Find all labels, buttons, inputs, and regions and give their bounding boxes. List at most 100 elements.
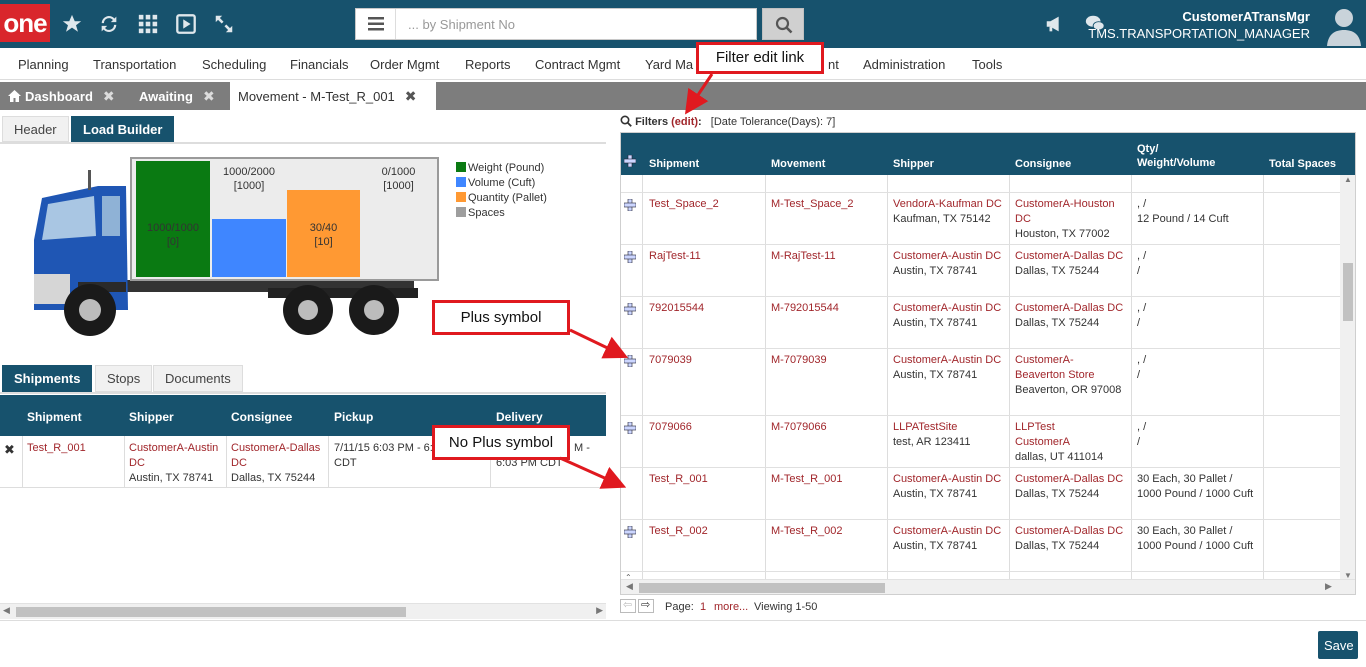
expand-icon[interactable] bbox=[213, 13, 235, 35]
menu-partial-item[interactable]: nt bbox=[828, 57, 839, 72]
shipment-link[interactable]: 7079039 bbox=[649, 353, 692, 368]
search-button[interactable] bbox=[762, 8, 804, 40]
refresh-icon[interactable] bbox=[98, 13, 120, 35]
consignee-link[interactable]: CustomerA-Dallas DC bbox=[231, 442, 320, 469]
menu-contract-mgmt[interactable]: Contract Mgmt bbox=[535, 57, 620, 72]
col-shipment[interactable]: Shipment bbox=[27, 410, 82, 424]
menu-scheduling[interactable]: Scheduling bbox=[202, 57, 266, 72]
shipment-link[interactable]: RajTest-11 bbox=[649, 249, 701, 264]
shipper-link[interactable]: LLPATestSite bbox=[893, 421, 957, 433]
subtab-load-builder[interactable]: Load Builder bbox=[71, 116, 175, 142]
shipper-link[interactable]: VendorA-Kaufman DC bbox=[893, 198, 1002, 210]
consignee-link[interactable]: CustomerA-Dallas DC bbox=[1015, 473, 1123, 485]
subtab-header[interactable]: Header bbox=[2, 116, 69, 142]
col-qty-weight-volume[interactable]: Qty/Weight/Volume bbox=[1137, 142, 1215, 170]
close-tab-icon[interactable]: ✖ bbox=[203, 82, 215, 110]
more-pages-link[interactable]: more... bbox=[714, 601, 748, 613]
right-horizontal-scrollbar[interactable]: ◀ ▶ bbox=[621, 579, 1355, 594]
menu-order-mgmt[interactable]: Order Mgmt bbox=[370, 57, 439, 72]
movement-link[interactable]: M-Test_R_001 bbox=[771, 472, 843, 487]
next-page-button[interactable]: ⇨ bbox=[638, 599, 654, 613]
tab-movement[interactable]: Movement - M-Test_R_001 ✖ bbox=[230, 82, 436, 110]
expand-all-plus-icon[interactable] bbox=[624, 155, 636, 167]
consignee-link[interactable]: CustomerA bbox=[1015, 436, 1070, 448]
col-total-spaces[interactable]: Total Spaces bbox=[1269, 157, 1336, 171]
movement-link[interactable]: M-Test_Space_2 bbox=[771, 197, 854, 212]
close-tab-icon[interactable]: ✖ bbox=[103, 82, 115, 110]
expand-plus-icon[interactable] bbox=[624, 199, 636, 211]
search-menu-button[interactable] bbox=[356, 9, 396, 39]
movement-link[interactable]: M-7079066 bbox=[771, 420, 827, 435]
shipper-link[interactable]: CustomerA-Austin DC bbox=[129, 442, 218, 469]
shipper-link[interactable]: CustomerA-Austin DC bbox=[893, 473, 1001, 485]
expand-plus-icon[interactable] bbox=[624, 422, 636, 434]
expand-plus-icon[interactable] bbox=[624, 526, 636, 538]
shipment-link[interactable]: Test_R_001 bbox=[649, 472, 708, 487]
shipment-link[interactable]: 7079066 bbox=[649, 420, 692, 435]
shipper-link[interactable]: CustomerA-Austin DC bbox=[893, 250, 1001, 262]
shipper-link[interactable]: CustomerA-Austin DC bbox=[893, 354, 1001, 366]
scroll-thumb[interactable] bbox=[639, 583, 885, 593]
tab-dashboard[interactable]: Dashboard ✖ bbox=[0, 82, 128, 110]
remove-icon[interactable]: ✖ bbox=[4, 442, 15, 457]
col-shipper[interactable]: Shipper bbox=[129, 410, 174, 424]
consignee-link[interactable]: CustomerA-Dallas DC bbox=[1015, 525, 1123, 537]
save-button[interactable]: Save bbox=[1318, 631, 1358, 659]
menu-reports[interactable]: Reports bbox=[465, 57, 511, 72]
expand-plus-icon[interactable] bbox=[624, 251, 636, 263]
consignee-link[interactable]: CustomerA-Dallas DC bbox=[1015, 250, 1123, 262]
app-logo[interactable]: one bbox=[0, 4, 50, 42]
shipper-link[interactable]: CustomerA-Austin DC bbox=[893, 525, 1001, 537]
prev-page-button[interactable]: ⇦ bbox=[620, 599, 636, 613]
consignee-cell: CustomerA-Dallas DC Dallas, TX 75244 bbox=[1015, 472, 1131, 502]
consignee-link[interactable]: Beaverton Store bbox=[1015, 369, 1095, 381]
avatar-icon[interactable] bbox=[1326, 6, 1362, 46]
megaphone-icon[interactable] bbox=[1044, 13, 1066, 35]
scroll-thumb[interactable] bbox=[1343, 263, 1353, 321]
col-pickup[interactable]: Pickup bbox=[334, 410, 373, 424]
movement-link[interactable]: M-7079039 bbox=[771, 353, 827, 368]
play-icon[interactable] bbox=[175, 13, 197, 35]
user-name[interactable]: CustomerATransMgr bbox=[1182, 9, 1310, 24]
col-consignee[interactable]: Consignee bbox=[231, 410, 292, 424]
left-horizontal-scrollbar[interactable]: ◀ ▶ bbox=[0, 603, 606, 619]
col-shipper[interactable]: Shipper bbox=[893, 157, 934, 171]
subtab-stops[interactable]: Stops bbox=[95, 365, 153, 392]
menu-tools[interactable]: Tools bbox=[972, 57, 1002, 72]
star-icon[interactable] bbox=[61, 13, 83, 35]
scroll-thumb[interactable] bbox=[16, 607, 406, 617]
shipment-link[interactable]: 792015544 bbox=[649, 301, 704, 316]
consignee-link[interactable]: CustomerA- bbox=[1015, 354, 1074, 366]
consignee-link[interactable]: LLPTest bbox=[1015, 421, 1055, 433]
row-shipment-link[interactable]: Test_R_001 bbox=[27, 441, 86, 456]
consignee-link[interactable]: DC bbox=[1015, 213, 1031, 225]
grid-apps-icon[interactable] bbox=[137, 13, 159, 35]
movement-link[interactable]: M-Test_R_002 bbox=[771, 524, 843, 539]
movement-link[interactable]: M-792015544 bbox=[771, 301, 839, 316]
movement-link[interactable]: M-RajTest-11 bbox=[771, 249, 836, 264]
menu-administration[interactable]: Administration bbox=[863, 57, 945, 72]
close-tab-icon[interactable]: ✖ bbox=[405, 82, 417, 110]
col-delivery[interactable]: Delivery bbox=[496, 410, 543, 424]
expand-plus-icon[interactable] bbox=[624, 355, 636, 367]
consignee-link[interactable]: CustomerA-Houston bbox=[1015, 198, 1115, 210]
right-vertical-scrollbar[interactable]: ▲ ▼ bbox=[1340, 175, 1355, 580]
search-input[interactable] bbox=[398, 9, 753, 39]
filters-edit-link[interactable]: (edit) bbox=[671, 116, 698, 128]
page-number-link[interactable]: 1 bbox=[700, 601, 706, 613]
menu-planning[interactable]: Planning bbox=[18, 57, 69, 72]
menu-financials[interactable]: Financials bbox=[290, 57, 349, 72]
shipment-link[interactable]: Test_Space_2 bbox=[649, 197, 719, 212]
consignee-link[interactable]: CustomerA-Dallas DC bbox=[1015, 302, 1123, 314]
col-movement[interactable]: Movement bbox=[771, 157, 825, 171]
col-consignee[interactable]: Consignee bbox=[1015, 157, 1071, 171]
shipper-link[interactable]: CustomerA-Austin DC bbox=[893, 302, 1001, 314]
expand-plus-icon[interactable] bbox=[624, 303, 636, 315]
subtab-shipments[interactable]: Shipments bbox=[2, 365, 93, 392]
shipment-link[interactable]: Test_R_002 bbox=[649, 524, 708, 539]
menu-yard-mgmt[interactable]: Yard Ma bbox=[645, 57, 693, 72]
menu-transportation[interactable]: Transportation bbox=[93, 57, 176, 72]
tab-awaiting[interactable]: Awaiting ✖ bbox=[131, 82, 227, 110]
col-shipment[interactable]: Shipment bbox=[649, 157, 699, 171]
subtab-documents[interactable]: Documents bbox=[153, 365, 243, 392]
